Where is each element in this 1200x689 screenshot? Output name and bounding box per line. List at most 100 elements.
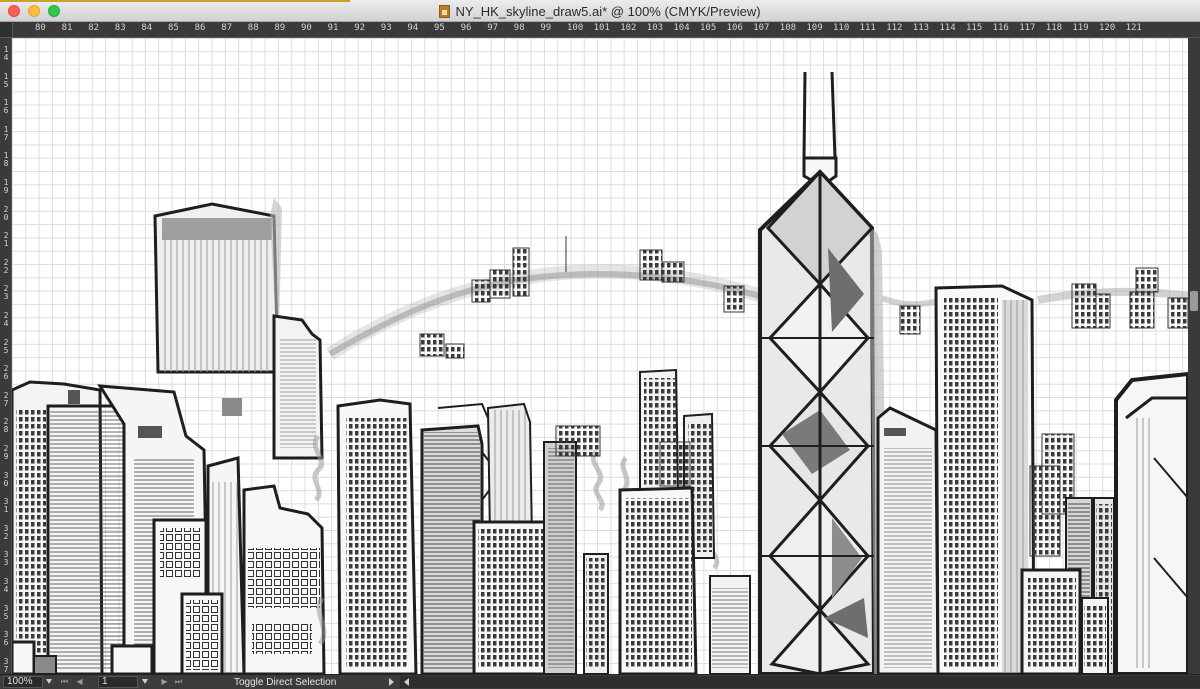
- zoom-level-value: 100%: [7, 676, 33, 687]
- vertical-scroll-thumb[interactable]: [1190, 291, 1198, 311]
- ruler-label: 22: [3, 257, 9, 275]
- ruler-label: 27: [3, 390, 9, 408]
- ruler-label: 107: [753, 23, 770, 33]
- ruler-label: 109: [806, 23, 823, 33]
- ruler-label: 83: [114, 23, 126, 33]
- ruler-label: 19: [3, 178, 9, 195]
- ruler-label: 116: [992, 23, 1009, 33]
- left-tall-tower: [153, 198, 282, 416]
- ruler-label: 91: [327, 23, 339, 33]
- ruler-label: 14: [3, 45, 9, 62]
- ruler-label: 114: [939, 23, 956, 33]
- ruler-label: 30: [3, 470, 9, 488]
- vertical-ruler[interactable]: 14 15 16 17 18 19 20 21 22 23 24 25 26 27 28 29 30 31 32 33…: [0, 38, 12, 674]
- right-lower-tower: [876, 406, 940, 674]
- ruler-label: 97: [487, 23, 499, 33]
- ruler-label: 26: [3, 364, 9, 382]
- artboard-number-value: 1: [102, 676, 108, 687]
- ruler-label: 99: [540, 23, 552, 33]
- ruler-label: 34: [3, 577, 9, 594]
- ruler-label: 117: [1019, 23, 1036, 33]
- slim-tower-b: [543, 425, 609, 674]
- ruler-label: 95: [434, 23, 445, 33]
- next-artboard-icon[interactable]: ▶: [160, 677, 169, 687]
- ruler-label: 25: [3, 337, 9, 355]
- document-icon[interactable]: [439, 4, 451, 18]
- ruler-label: 90: [301, 23, 312, 33]
- first-artboard-icon[interactable]: ⏮: [60, 677, 69, 687]
- ruler-label: 35: [3, 603, 9, 621]
- ruler-label: 102: [620, 23, 637, 33]
- lower-windowed-block: [472, 520, 552, 674]
- right-tall-windowed-tower: [934, 284, 1036, 674]
- ruler-origin-corner[interactable]: [0, 22, 13, 37]
- ruler-label: 21: [3, 231, 9, 249]
- ruler-label: 92: [354, 23, 366, 33]
- ruler-label: 110: [833, 23, 850, 33]
- ruler-label: 100: [567, 23, 584, 33]
- ruler-label: 86: [194, 23, 206, 33]
- front-box-tower: [618, 486, 698, 674]
- ruler-label: 20: [3, 204, 9, 222]
- ruler-label: 28: [3, 417, 9, 435]
- ruler-label: 101: [593, 23, 610, 33]
- previous-artboard-icon[interactable]: ◀: [75, 677, 84, 687]
- status-menu-arrow-icon[interactable]: [389, 678, 394, 686]
- zoom-dropdown-icon[interactable]: [46, 679, 52, 684]
- ruler-label: 33: [3, 550, 9, 568]
- ruler-label: 84: [141, 23, 153, 33]
- ruler-label: 105: [700, 23, 717, 33]
- ruler-label: 88: [247, 23, 259, 33]
- ruler-label: 89: [274, 23, 286, 33]
- ruler-label: 103: [646, 23, 664, 33]
- ruler-label: 119: [1072, 23, 1089, 33]
- window-title: NY_HK_skyline_draw5.ai* @ 100% (CMYK/Pre…: [455, 3, 761, 19]
- artboard-dropdown-icon[interactable]: [142, 679, 148, 684]
- ruler-label: 118: [1045, 23, 1063, 33]
- current-tool-status: Toggle Direct Selection: [234, 677, 337, 688]
- central-office-building: [336, 398, 418, 674]
- ruler-label: 113: [912, 23, 930, 33]
- ruler-label: 111: [859, 23, 876, 33]
- horizontal-ruler[interactable]: 80 81 82 83 84 85 86 87 88 89 90 91 92 93 94 95 96 97 98 99…: [0, 22, 1200, 38]
- ruler-label: 106: [726, 23, 743, 33]
- last-artboard-icon[interactable]: ⏭: [174, 677, 183, 687]
- vertical-scrollbar[interactable]: [1188, 38, 1200, 674]
- horizontal-scrollbar[interactable]: [400, 676, 1200, 688]
- ruler-label: 32: [3, 523, 9, 541]
- skyline-artwork[interactable]: [12, 38, 1188, 674]
- ruler-label: 81: [61, 23, 73, 33]
- window-title-bar: NY_HK_skyline_draw5.ai* @ 100% (CMYK/Pre…: [0, 0, 1200, 22]
- status-bar: 100% ⏮ ◀ 1 ▶ ⏭ Toggle Direct Selection: [0, 674, 1200, 689]
- ruler-label: 36: [3, 630, 9, 648]
- ruler-label: 121: [1125, 23, 1142, 33]
- ruler-label: 120: [1099, 23, 1116, 33]
- ruler-label: 104: [673, 23, 690, 33]
- ruler-label: 93: [380, 23, 392, 33]
- ruler-label: 87: [221, 23, 233, 33]
- ruler-label: 31: [3, 497, 9, 515]
- ruler-label: 82: [88, 23, 100, 33]
- ruler-label: 37: [3, 656, 9, 674]
- ruler-label: 108: [779, 23, 797, 33]
- ruler-label: 16: [3, 98, 9, 116]
- small-box-building: [709, 575, 751, 674]
- stepped-low-building: [242, 484, 326, 674]
- right-edge-tower: [1114, 371, 1188, 674]
- bank-of-china-tower: [758, 71, 888, 674]
- ruler-label: 29: [3, 444, 9, 461]
- scroll-left-arrow-icon[interactable]: [404, 678, 409, 686]
- artboard-canvas[interactable]: [12, 38, 1188, 674]
- right-small-buildings: [1020, 433, 1115, 674]
- ruler-label: 96: [460, 23, 472, 33]
- artboard-number-field[interactable]: 1: [98, 676, 138, 688]
- title-group: NY_HK_skyline_draw5.ai* @ 100% (CMYK/Pre…: [0, 0, 1200, 22]
- ruler-label: 112: [886, 23, 903, 33]
- ruler-label: 80: [35, 23, 46, 33]
- ruler-label: 17: [3, 124, 9, 142]
- ruler-label: 98: [513, 23, 525, 33]
- zoom-level-field[interactable]: 100%: [3, 676, 43, 688]
- far-left-building: [12, 380, 130, 674]
- ruler-label: 94: [407, 23, 419, 33]
- ruler-label: 85: [168, 23, 179, 33]
